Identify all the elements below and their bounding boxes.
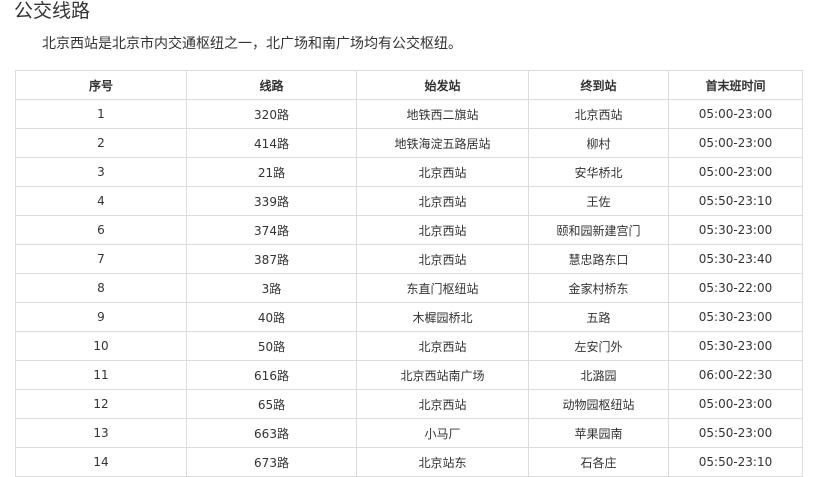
cell-origin: 北京西站 [356, 389, 529, 419]
table-row: 7 387路 北京西站 慧忠路东口 05:30-23:40 [15, 244, 803, 274]
cell-route: 3路 [186, 273, 357, 303]
cell-route: 374路 [186, 215, 357, 245]
cell-service-hours: 05:30-22:00 [668, 273, 803, 303]
cell-service-hours: 06:00-22:30 [668, 360, 803, 390]
cell-route: 387路 [186, 244, 357, 274]
table-row: 8 3路 东直门枢纽站 金家村桥东 05:30-22:00 [15, 273, 803, 303]
cell-service-hours: 05:00-23:00 [668, 157, 803, 187]
table-row: 4 339路 北京西站 王佐 05:50-23:10 [15, 186, 803, 216]
table-body: 1 320路 地铁西二旗站 北京西站 05:00-23:00 2 414路 地铁海淀五路居站柳… [15, 99, 803, 477]
bus-routes-table-container: 序号 线路 始发站 终到站 首末班时间 1 320路 地铁西二旗站 北京西站 05:00… [15, 70, 803, 477]
cell-service-hours: 05:50-23:00 [668, 418, 803, 448]
cell-origin: 木樨园桥北 [356, 302, 529, 332]
cell-origin: 北京西站 [356, 215, 529, 245]
cell-terminal: 动物园枢纽站 [528, 389, 669, 419]
cell-route: 65路 [186, 389, 357, 419]
header-terminal: 终到站 [528, 70, 669, 100]
cell-terminal: 金家村桥东 [528, 273, 669, 303]
cell-index: 11 [15, 360, 187, 390]
cell-terminal: 五路 [528, 302, 669, 332]
cell-terminal: 慧忠路东口 [528, 244, 669, 274]
cell-route: 616路 [186, 360, 357, 390]
section-title: 公交线路 [14, 0, 91, 22]
header-service-hours: 首末班时间 [668, 70, 803, 100]
cell-service-hours: 05:50-23:10 [668, 186, 803, 216]
cell-terminal: 左安门外 [528, 331, 669, 361]
bus-routes-table: 序号 线路 始发站 终到站 首末班时间 1 320路 地铁西二旗站 北京西站 05:00… [15, 70, 803, 477]
cell-index: 7 [15, 244, 187, 274]
cell-route: 663路 [186, 418, 357, 448]
cell-origin: 地铁西二旗站 [356, 99, 529, 129]
cell-route: 339路 [186, 186, 357, 216]
table-row: 9 40路 木樨园桥北 五路 05:30-23:00 [15, 302, 803, 332]
cell-origin: 东直门枢纽站 [356, 273, 529, 303]
cell-index: 3 [15, 157, 187, 187]
cell-index: 9 [15, 302, 187, 332]
cell-service-hours: 05:00-23:00 [668, 128, 803, 158]
cell-service-hours: 05:30-23:00 [668, 215, 803, 245]
cell-route: 50路 [186, 331, 357, 361]
cell-origin: 北京西站 [356, 157, 529, 187]
table-row: 11 616路 北京西站南广场 北潞园 06:00-22:30 [15, 360, 803, 390]
table-row: 2 414路 地铁海淀五路居站 柳村 05:00-23:00 [15, 128, 803, 158]
cell-terminal: 颐和园新建宫门 [528, 215, 669, 245]
table-row: 10 50路 北京西站 左安门外 05:30-23:00 [15, 331, 803, 361]
header-index: 序号 [15, 70, 187, 100]
cell-origin: 北京西站 [356, 186, 529, 216]
cell-index: 6 [15, 215, 187, 245]
intro-paragraph: 北京西站是北京市内交通枢纽之一，北广场和南广场均有公交枢纽。 [42, 36, 462, 52]
cell-index: 14 [15, 447, 187, 477]
cell-terminal: 苹果园南 [528, 418, 669, 448]
cell-terminal: 石各庄 [528, 447, 669, 477]
cell-service-hours: 05:30-23:00 [668, 302, 803, 332]
cell-route: 673路 [186, 447, 357, 477]
table-header-row: 序号 线路 始发站 终到站 首末班时间 [15, 70, 803, 100]
cell-route: 40路 [186, 302, 357, 332]
cell-origin: 小马厂 [356, 418, 529, 448]
cell-origin: 地铁海淀五路居站 [356, 128, 529, 158]
cell-index: 10 [15, 331, 187, 361]
table-row: 3 21路 北京西站 安华桥北 05:00-23:00 [15, 157, 803, 187]
header-origin: 始发站 [356, 70, 529, 100]
cell-terminal: 北京西站 [528, 99, 669, 129]
cell-service-hours: 05:30-23:40 [668, 244, 803, 274]
cell-origin: 北京西站 [356, 331, 529, 361]
cell-route: 414路 [186, 128, 357, 158]
cell-service-hours: 05:30-23:00 [668, 331, 803, 361]
cell-route: 21路 [186, 157, 357, 187]
cell-terminal: 王佐 [528, 186, 669, 216]
cell-route: 320路 [186, 99, 357, 129]
cell-service-hours: 05:50-23:10 [668, 447, 803, 477]
cell-index: 1 [15, 99, 187, 129]
table-row: 1 320路 地铁西二旗站 北京西站 05:00-23:00 [15, 99, 803, 129]
table-row: 6 374路 北京西站 颐和园新建宫门 05:30-23:00 [15, 215, 803, 245]
table-row: 13 663路 小马厂 苹果园南 05:50-23:00 [15, 418, 803, 448]
table-header: 序号 线路 始发站 终到站 首末班时间 [15, 70, 803, 100]
cell-terminal: 柳村 [528, 128, 669, 158]
cell-origin: 北京西站 [356, 244, 529, 274]
header-route: 线路 [186, 70, 357, 100]
cell-index: 12 [15, 389, 187, 419]
cell-index: 13 [15, 418, 187, 448]
cell-index: 8 [15, 273, 187, 303]
cell-index: 4 [15, 186, 187, 216]
cell-service-hours: 05:00-23:00 [668, 389, 803, 419]
table-row: 14 673路 北京站东 石各庄 05:50-23:10 [15, 447, 803, 477]
cell-terminal: 安华桥北 [528, 157, 669, 187]
cell-origin: 北京西站南广场 [356, 360, 529, 390]
cell-origin: 北京站东 [356, 447, 529, 477]
cell-terminal: 北潞园 [528, 360, 669, 390]
cell-service-hours: 05:00-23:00 [668, 99, 803, 129]
cell-index: 2 [15, 128, 187, 158]
table-row: 12 65路 北京西站 动物园枢纽站 05:00-23:00 [15, 389, 803, 419]
